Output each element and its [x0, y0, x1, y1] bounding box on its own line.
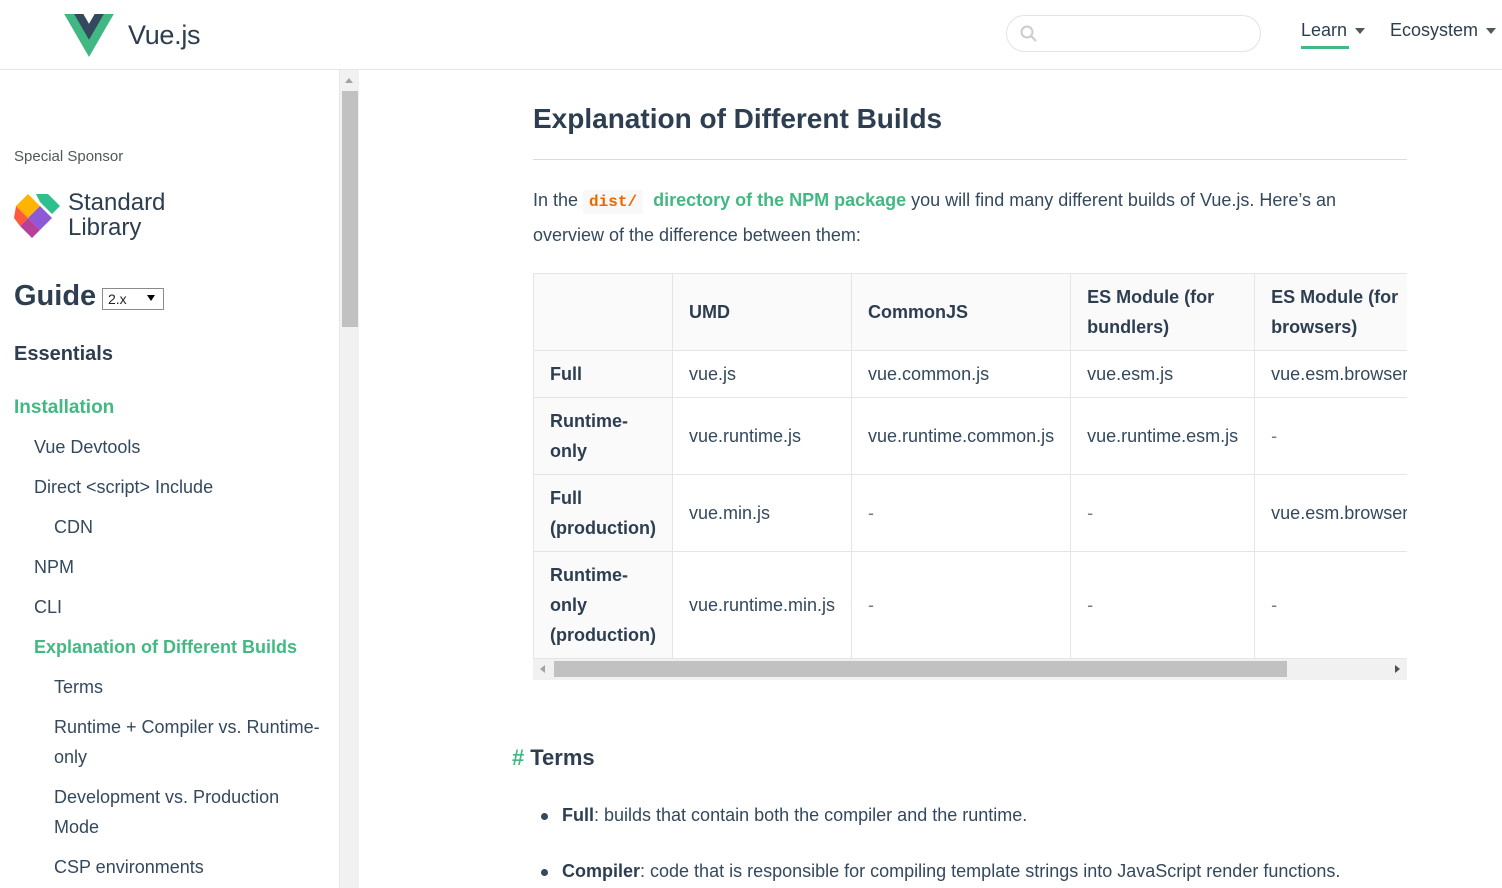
table-header-row: UMD CommonJS ES Module (for bundlers) ES… — [533, 273, 1407, 351]
table-cell: vue.runtime.min.js — [671, 551, 853, 659]
table-cell: - — [1254, 551, 1407, 659]
search-icon — [1020, 25, 1037, 42]
sidebar-item-vue-devtools[interactable]: Vue Devtools — [34, 437, 140, 458]
vue-logo-icon — [64, 14, 114, 57]
brand-name: Vue.js — [128, 20, 201, 50]
term-label: Full — [562, 805, 594, 825]
builds-table-container: UMD CommonJS ES Module (for bundlers) ES… — [533, 273, 1407, 680]
sponsor-link[interactable]: Standard Library — [14, 190, 165, 240]
table-row: Full vue.js vue.common.js vue.esm.js vue… — [533, 350, 1407, 398]
table-cell: vue.runtime.js — [671, 397, 853, 475]
term-description: : code that is responsible for compiling… — [640, 861, 1341, 881]
sidebar-item-csp-environments[interactable]: CSP environments — [54, 857, 204, 878]
table-cell: vue.esm.browser.js — [1254, 350, 1407, 398]
sidebar-item-terms[interactable]: Terms — [54, 677, 103, 698]
table-cell: vue.esm.js — [1070, 350, 1256, 398]
intro-text-before: In the — [533, 190, 584, 210]
sidebar-item-runtime-compiler[interactable]: Runtime + Compiler vs. Runtime-only — [54, 712, 336, 772]
dist-code: dist/ — [583, 190, 644, 214]
sponsor-name-line2: Library — [68, 214, 142, 241]
nav-ecosystem[interactable]: Ecosystem — [1390, 20, 1497, 41]
term-label: Compiler — [562, 861, 641, 881]
list-item: Compiler: code that is responsible for c… — [540, 861, 1341, 882]
table-cell: - — [851, 474, 1072, 552]
sidebar-scrollbar[interactable] — [339, 70, 359, 888]
version-value: 2.x — [108, 291, 127, 307]
scroll-up-arrow-icon[interactable] — [345, 78, 353, 83]
sidebar: Special Sponsor Standard Library Guide 2… — [0, 70, 340, 888]
sidebar-item-direct-script-include[interactable]: Direct <script> Include — [34, 477, 213, 498]
select-arrow-icon — [147, 295, 155, 301]
table-header-cell: ES Module (for bundlers) — [1070, 273, 1256, 351]
intro-paragraph: In the dist/ directory of the NPM packag… — [533, 184, 1407, 252]
table-cell: vue.js — [671, 350, 853, 398]
scroll-right-arrow-icon[interactable] — [1395, 665, 1400, 673]
terms-heading-text: Terms — [530, 745, 595, 770]
table-row: Runtime-only vue.runtime.js vue.runtime.… — [533, 397, 1407, 475]
table-header-cell — [533, 273, 673, 351]
search-input[interactable] — [1047, 23, 1247, 45]
heading-divider — [533, 159, 1407, 160]
table-row-header: Runtime-only (production) — [533, 551, 673, 659]
table-row: Full (production) vue.min.js - - vue.esm… — [533, 474, 1407, 552]
sponsor-name-line1: Standard — [68, 189, 166, 216]
anchor-hash-link[interactable]: # — [512, 745, 524, 770]
version-select[interactable]: 2.x — [102, 288, 164, 310]
table-header-cell: CommonJS — [851, 273, 1072, 351]
table-cell: - — [851, 551, 1072, 659]
sidebar-item-dev-vs-prod[interactable]: Development vs. Production Mode — [54, 782, 304, 842]
table-cell: vue.runtime.esm.js — [1070, 397, 1256, 475]
nav-ecosystem-label: Ecosystem — [1390, 20, 1479, 40]
table-cell: vue.common.js — [851, 350, 1072, 398]
table-cell: - — [1070, 474, 1256, 552]
guide-title: Guide — [14, 280, 97, 312]
sidebar-item-cli[interactable]: CLI — [34, 597, 62, 618]
search-box[interactable] — [1006, 15, 1261, 52]
npm-package-link[interactable]: directory of the NPM package — [653, 190, 906, 210]
scroll-left-arrow-icon[interactable] — [540, 665, 545, 673]
top-header: Vue.js Learn Ecosystem — [0, 0, 1502, 70]
nav-learn[interactable]: Learn — [1301, 20, 1366, 49]
active-nav-underline — [1301, 46, 1349, 49]
table-cell: - — [1254, 397, 1407, 475]
table-row-header: Full — [533, 350, 673, 398]
caret-down-icon — [1355, 27, 1366, 34]
standard-library-logo-icon — [14, 194, 60, 238]
table-cell: vue.runtime.common.js — [851, 397, 1072, 475]
caret-down-icon — [1486, 27, 1497, 34]
table-row: Runtime-only (production) vue.runtime.mi… — [533, 551, 1407, 659]
table-row-header: Full (production) — [533, 474, 673, 552]
page-title: Explanation of Different Builds — [533, 103, 943, 134]
table-cell: vue.min.js — [671, 474, 853, 552]
section-title-essentials: Essentials — [14, 343, 113, 365]
sidebar-item-npm[interactable]: NPM — [34, 557, 74, 578]
table-cell: - — [1070, 551, 1256, 659]
sponsor-label: Special Sponsor — [14, 148, 124, 165]
table-scroll-thumb[interactable] — [554, 661, 1287, 677]
term-description: : builds that contain both the compiler … — [594, 805, 1028, 825]
main-content: Explanation of Different Builds In the d… — [359, 70, 1502, 888]
list-item: Full: builds that contain both the compi… — [540, 805, 1028, 826]
nav-learn-label: Learn — [1301, 20, 1348, 40]
sidebar-item-installation[interactable]: Installation — [14, 397, 114, 419]
table-row-header: Runtime-only — [533, 397, 673, 475]
table-header-cell: ES Module (for browsers) — [1254, 273, 1407, 351]
builds-table: UMD CommonJS ES Module (for bundlers) ES… — [533, 273, 1407, 659]
sidebar-item-explanation-of-builds[interactable]: Explanation of Different Builds — [34, 637, 297, 658]
sponsor-name: Standard Library — [68, 190, 165, 240]
table-cell: vue.esm.browser.min.js — [1254, 474, 1407, 552]
home-logo-link[interactable]: Vue.js — [64, 14, 201, 57]
sidebar-scroll-thumb[interactable] — [342, 91, 358, 327]
sidebar-item-cdn[interactable]: CDN — [54, 517, 93, 538]
table-header-cell: UMD — [671, 273, 853, 351]
table-horizontal-scrollbar[interactable] — [533, 659, 1407, 680]
terms-heading: # Terms — [512, 745, 595, 771]
